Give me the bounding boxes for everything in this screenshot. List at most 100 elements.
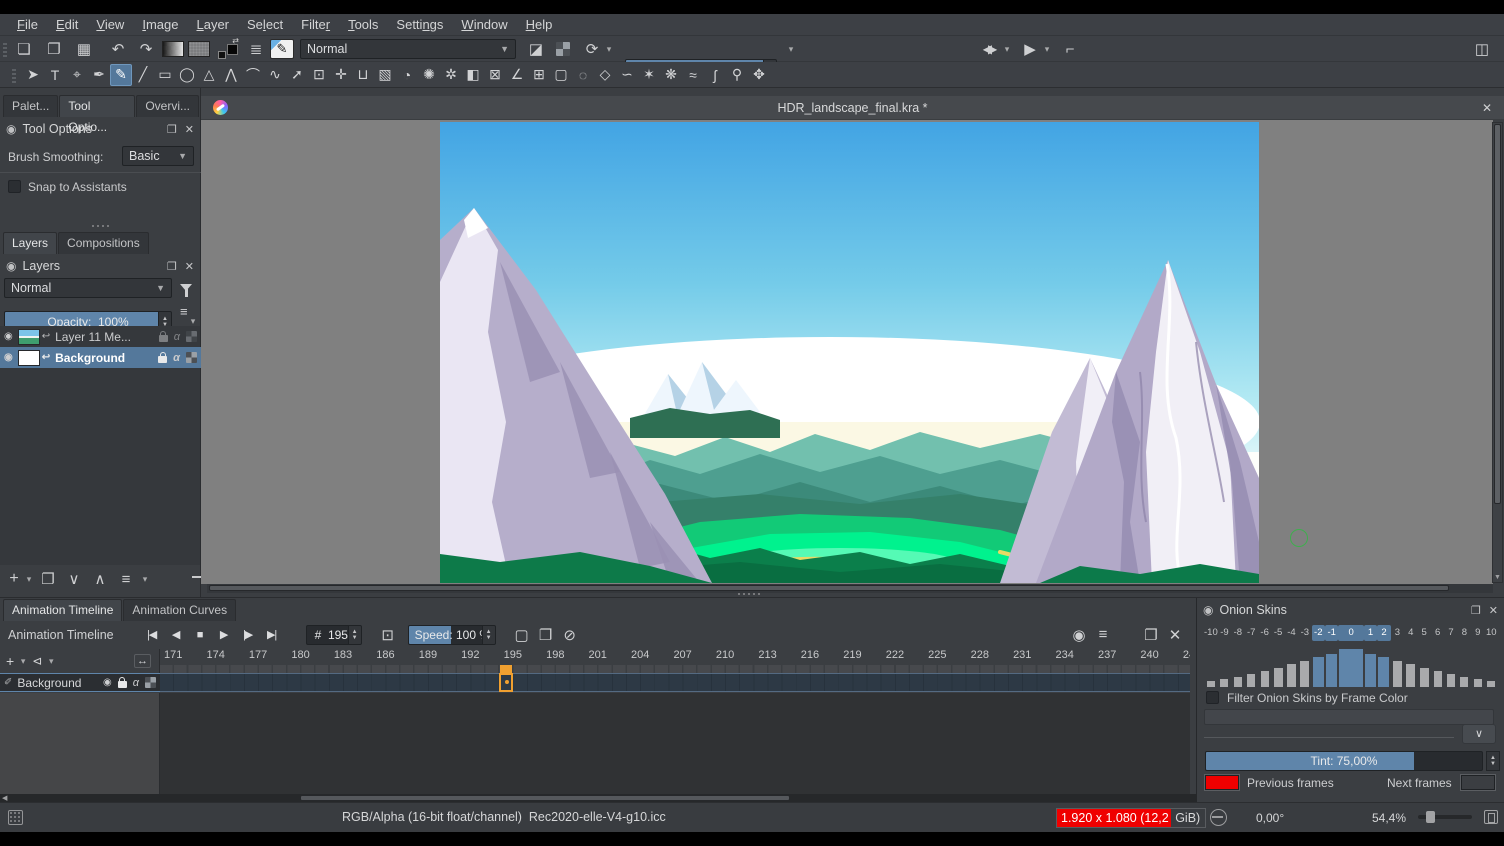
onion-opacity-bar[interactable] xyxy=(1447,674,1455,687)
onion-opacity-bar[interactable] xyxy=(1339,649,1363,687)
onion-opacity-bar[interactable] xyxy=(1234,677,1242,687)
onion-column[interactable]: 4 xyxy=(1404,625,1417,687)
close-docker-icon[interactable]: ✕ xyxy=(185,260,194,273)
new-document-icon[interactable]: ❏ xyxy=(12,38,36,60)
zoom-slider-thumb[interactable] xyxy=(1426,811,1435,823)
onion-frame-offset-label[interactable]: -7 xyxy=(1245,625,1258,641)
onion-opacity-bar[interactable] xyxy=(1487,681,1495,687)
tool-dynamic-brush[interactable]: ➚ xyxy=(286,64,308,86)
onion-column[interactable]: -6 xyxy=(1258,625,1271,687)
tab-overview[interactable]: Overvi... xyxy=(136,95,199,117)
tool-fill[interactable]: ◧ xyxy=(462,64,484,86)
tool-polygon-select[interactable]: ◇ xyxy=(594,64,616,86)
onion-frame-offset-label[interactable]: -9 xyxy=(1218,625,1231,641)
close-docker-icon[interactable]: ✕ xyxy=(1163,624,1187,646)
onion-column[interactable]: 2 xyxy=(1377,625,1390,687)
onion-frame-offset-label[interactable]: -1 xyxy=(1325,625,1338,641)
add-layer-button[interactable]: + xyxy=(6,568,22,590)
tool-ellipse-select[interactable]: ◌ xyxy=(572,64,594,86)
chevron-down-icon[interactable]: ▾ xyxy=(18,656,28,667)
onion-frame-offset-label[interactable]: 4 xyxy=(1404,625,1417,641)
timeline-body[interactable] xyxy=(160,693,1190,794)
horizontal-scrollbar[interactable] xyxy=(207,584,1493,593)
scrollbar-thumb[interactable] xyxy=(300,795,790,801)
onion-column[interactable]: 3 xyxy=(1391,625,1404,687)
redo-icon[interactable]: ↷ xyxy=(134,38,158,60)
gradient-chooser[interactable] xyxy=(162,41,184,57)
snap-to-assistants-checkbox[interactable] xyxy=(8,180,21,193)
onion-column[interactable]: -1 xyxy=(1325,625,1338,687)
onion-column[interactable]: -5 xyxy=(1271,625,1284,687)
onion-column[interactable]: 9 xyxy=(1471,625,1484,687)
onion-opacity-bar[interactable] xyxy=(1274,668,1283,687)
menu-edit[interactable]: Edit xyxy=(47,14,87,36)
tool-edit-shapes[interactable]: ⌖ xyxy=(66,64,88,86)
new-blank-frame-icon[interactable]: ▢ xyxy=(510,624,534,646)
onion-frame-offset-label[interactable]: -4 xyxy=(1285,625,1298,641)
onion-column[interactable]: 7 xyxy=(1444,625,1457,687)
menu-tools[interactable]: Tools xyxy=(339,14,387,36)
timeline-layer-track[interactable] xyxy=(160,673,1190,692)
onion-column[interactable]: 5 xyxy=(1418,625,1431,687)
onion-opacity-bar[interactable] xyxy=(1261,671,1269,687)
lock-open-icon[interactable] xyxy=(159,335,168,342)
tool-text[interactable]: T xyxy=(44,64,66,86)
zoom-slider[interactable] xyxy=(1418,815,1472,819)
layer-filter-icon[interactable] xyxy=(180,284,192,291)
onion-frame-offset-label[interactable]: 9 xyxy=(1471,625,1484,641)
menu-file[interactable]: File xyxy=(8,14,47,36)
tool-pan[interactable]: ✥ xyxy=(748,64,770,86)
onion-opacity-bar[interactable] xyxy=(1393,661,1402,687)
eraser-mode-icon[interactable]: ◪ xyxy=(524,38,548,60)
layer-row-background[interactable]: ◉ ↩ Background α xyxy=(0,347,201,368)
onion-frame-offset-label[interactable]: 3 xyxy=(1391,625,1404,641)
lock-closed-icon[interactable] xyxy=(118,681,127,688)
previous-frame-button[interactable]: ◀ xyxy=(166,625,186,645)
layer-properties-button[interactable]: ≡ xyxy=(114,568,138,590)
onion-frame-offset-label[interactable]: -6 xyxy=(1258,625,1271,641)
tab-animation-timeline[interactable]: Animation Timeline xyxy=(3,599,122,621)
onion-opacity-bar[interactable] xyxy=(1434,671,1442,687)
tool-rectangle[interactable]: ▭ xyxy=(154,64,176,86)
onion-frame-offset-label[interactable]: 2 xyxy=(1377,625,1390,641)
tab-layers[interactable]: Layers xyxy=(3,232,57,254)
pattern-chooser[interactable] xyxy=(188,41,210,57)
tool-color-sampler[interactable]: ◔ xyxy=(396,64,418,86)
onion-column[interactable]: 1 xyxy=(1364,625,1377,687)
scrollbar-thumb[interactable] xyxy=(1494,124,1501,504)
onion-frame-offset-label[interactable]: 8 xyxy=(1458,625,1471,641)
close-document-icon[interactable]: ✕ xyxy=(1482,101,1492,115)
mirror-vertical-icon[interactable]: ▶ xyxy=(1018,38,1042,60)
audio-options-icon[interactable]: ⊲ xyxy=(32,654,42,668)
layer-row-1[interactable]: ◉ ↩ Layer 11 Me... α xyxy=(0,326,201,347)
frame-spinner[interactable]: ▲▼ xyxy=(348,626,361,644)
wraparound-mode-icon[interactable]: ⌐ xyxy=(1058,38,1082,60)
menu-window[interactable]: Window xyxy=(452,14,516,36)
tool-rect-select[interactable]: ▢ xyxy=(550,64,572,86)
tab-tool-options[interactable]: Tool Optio... xyxy=(59,95,135,117)
onion-opacity-bar[interactable] xyxy=(1378,657,1389,687)
tool-transform[interactable]: ⊡ xyxy=(308,64,330,86)
onion-opacity-bar[interactable] xyxy=(1406,664,1415,687)
inherit-alpha-icon[interactable] xyxy=(186,331,197,342)
onion-column[interactable]: 6 xyxy=(1431,625,1444,687)
tool-bezier-select[interactable]: ≈ xyxy=(682,64,704,86)
workspace-chooser-icon[interactable]: ◫ xyxy=(1470,38,1494,60)
dock-splitter-handle[interactable] xyxy=(729,593,769,595)
onion-opacity-bar[interactable] xyxy=(1313,657,1324,687)
onion-opacity-bar[interactable] xyxy=(1365,654,1376,687)
tool-crop[interactable]: ⊔ xyxy=(352,64,374,86)
layer-thumbnail[interactable] xyxy=(18,350,40,366)
tool-polygon[interactable]: △ xyxy=(198,64,220,86)
tool-bezier-curve[interactable]: ⌒ xyxy=(242,64,264,86)
expand-button[interactable]: ∨ xyxy=(1462,724,1496,744)
tool-ellipse[interactable]: ◯ xyxy=(176,64,198,86)
delete-frame-icon[interactable]: ⊘ xyxy=(558,624,582,646)
canvas-surround[interactable] xyxy=(201,120,1493,584)
canvas-rotation-knob[interactable] xyxy=(1210,809,1227,826)
tint-spinner[interactable]: ▲▼ xyxy=(1486,751,1500,771)
frame-color-filter-field[interactable] xyxy=(1204,709,1494,725)
chevron-down-icon[interactable]: ▾ xyxy=(24,574,34,585)
alpha-lock-icon[interactable]: α xyxy=(173,352,180,364)
lock-closed-icon[interactable] xyxy=(158,356,167,363)
